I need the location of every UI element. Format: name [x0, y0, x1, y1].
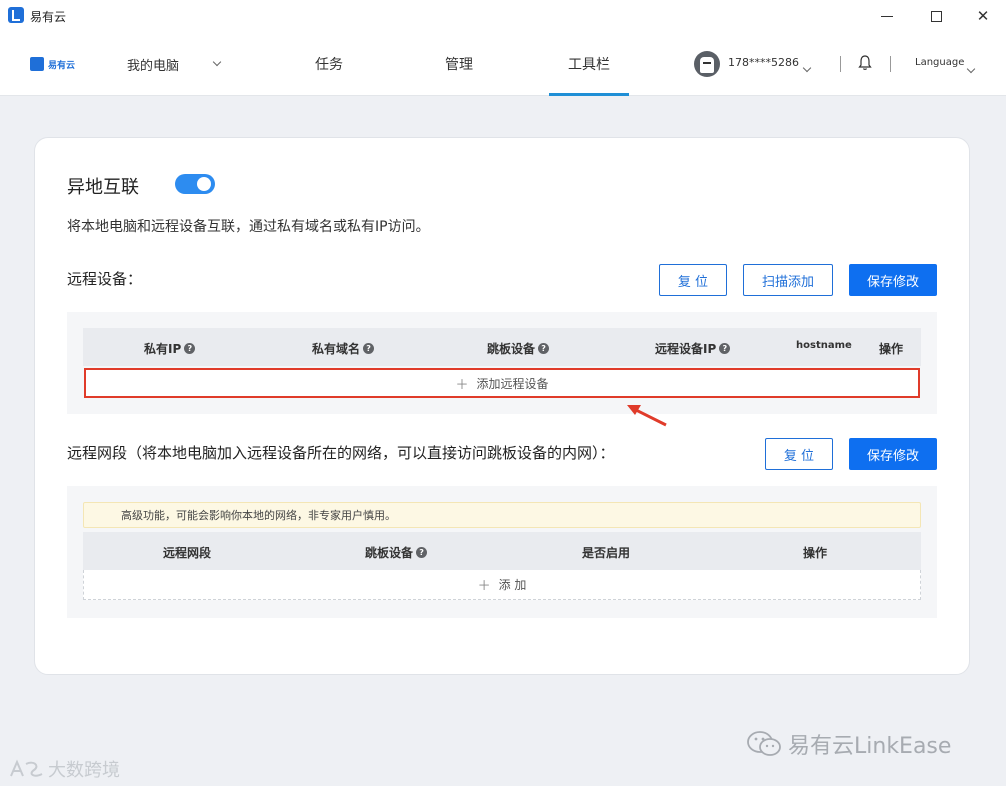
- add-segment-button[interactable]: ＋ 添 加: [83, 570, 921, 600]
- column-header: 跳板设备?: [487, 340, 550, 357]
- chevron-down-icon[interactable]: [966, 57, 976, 76]
- title-bar: 易有云 ✕: [0, 0, 1006, 32]
- remote-segments-title: 远程网段（将本地电脑加入远程设备所在的网络，可以直接访问跳板设备的内网）：: [67, 444, 615, 462]
- help-icon[interactable]: ?: [363, 343, 375, 354]
- divider: [890, 56, 891, 72]
- account-phone[interactable]: 178****5286: [728, 56, 799, 69]
- column-header: 私有域名?: [312, 340, 375, 357]
- chevron-down-icon[interactable]: [212, 32, 222, 96]
- remote-devices-title: 远程设备：: [67, 270, 143, 288]
- column-header: 操作: [803, 546, 828, 560]
- warning-banner: 高级功能，可能会影响你本地的网络，非专家用户慎用。: [83, 502, 921, 528]
- column-header: 跳板设备?: [365, 544, 428, 561]
- maximize-icon: [930, 10, 942, 22]
- save-button[interactable]: 保存修改: [849, 264, 937, 296]
- language-selector[interactable]: Language: [915, 57, 964, 68]
- nav-my-pc[interactable]: 我的电脑: [127, 32, 179, 96]
- column-header: 远程网段: [163, 546, 212, 560]
- wechat-watermark: 易有云LinkEase: [746, 728, 951, 760]
- reset-button[interactable]: 复 位: [765, 438, 833, 470]
- feature-description: 将本地电脑和远程设备互联，通过私有域名或私有IP访问。: [67, 219, 430, 235]
- bell-icon[interactable]: [858, 55, 872, 71]
- column-header: hostname: [796, 340, 852, 351]
- chevron-down-icon[interactable]: [802, 56, 812, 75]
- remote-segments-table-header: 远程网段 跳板设备? 是否启用 操作: [83, 532, 921, 570]
- save-button[interactable]: 保存修改: [849, 438, 937, 470]
- close-icon: ✕: [976, 7, 990, 25]
- minimize-icon: [881, 15, 893, 17]
- nav-tasks[interactable]: 任务: [315, 32, 343, 96]
- page-title: 异地互联: [67, 177, 139, 198]
- watermark-logo-icon: [10, 759, 43, 777]
- wechat-icon: [747, 731, 781, 756]
- add-remote-device-button[interactable]: ＋ 添加远程设备: [84, 368, 920, 398]
- plus-icon: ＋: [455, 377, 469, 393]
- column-header: 操作: [879, 342, 904, 356]
- arrow-annotation-icon: [627, 405, 667, 427]
- app-logo-icon: [8, 7, 24, 23]
- nav-toolbar[interactable]: 工具栏: [549, 32, 629, 96]
- plus-icon: ＋: [477, 579, 491, 594]
- column-header: 是否启用: [582, 546, 631, 560]
- close-button[interactable]: ✕: [960, 0, 1006, 32]
- brand-mark-icon: [30, 57, 44, 71]
- reset-button[interactable]: 复 位: [659, 264, 727, 296]
- column-header: 私有IP?: [144, 340, 196, 357]
- column-header: 远程设备IP?: [655, 340, 731, 357]
- remote-devices-table-header: 私有IP? 私有域名? 跳板设备? 远程设备IP? hostname 操作: [83, 328, 921, 366]
- minimize-button[interactable]: [864, 0, 910, 32]
- scan-add-button[interactable]: 扫描添加: [743, 264, 833, 296]
- help-icon[interactable]: ?: [719, 343, 731, 354]
- user-avatar[interactable]: [694, 51, 720, 77]
- active-tab-indicator: [549, 93, 629, 96]
- nav-manage[interactable]: 管理: [445, 32, 473, 96]
- remote-interconnect-toggle[interactable]: [175, 174, 215, 194]
- help-icon[interactable]: ?: [416, 547, 428, 558]
- divider: [840, 56, 841, 72]
- corner-watermark: 大数跨境: [8, 756, 120, 782]
- help-icon[interactable]: ?: [184, 343, 196, 354]
- app-title: 易有云: [30, 10, 67, 24]
- brand-logo-text: 易有云: [48, 60, 76, 71]
- help-icon[interactable]: ?: [538, 343, 550, 354]
- top-navigation: 易有云 我的电脑 任务 管理 工具栏 178****5286 Language: [0, 32, 1006, 96]
- maximize-button[interactable]: [913, 0, 959, 32]
- brand-logo[interactable]: 易有云: [30, 56, 75, 72]
